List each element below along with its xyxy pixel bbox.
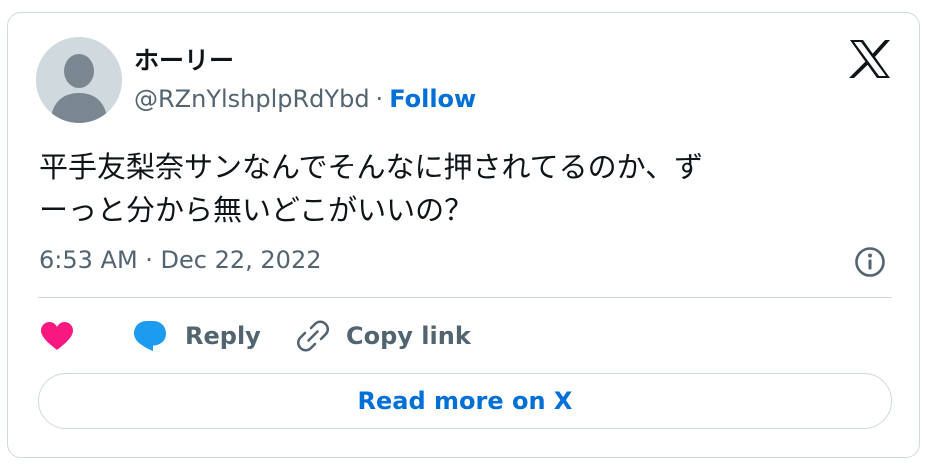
author-handle-row: @RZnYlshplpRdYbd · Follow xyxy=(134,85,476,113)
x-logo-icon[interactable] xyxy=(848,39,892,79)
heart-icon xyxy=(41,322,73,350)
copy-link-button[interactable]: Copy link xyxy=(296,313,471,359)
read-more-button[interactable]: Read more on X xyxy=(38,373,892,429)
separator-dot: · xyxy=(375,85,384,113)
tweet-card: ホーリー @RZnYlshplpRdYbd · Follow 平手友梨奈サンなんでそ… xyxy=(7,12,920,458)
divider xyxy=(38,297,892,298)
reply-label: Reply xyxy=(185,322,261,350)
follow-link[interactable]: Follow xyxy=(389,85,476,113)
author-display-name[interactable]: ホーリー xyxy=(134,41,234,77)
link-icon xyxy=(296,320,330,352)
copy-link-label: Copy link xyxy=(346,322,471,350)
action-bar: Reply Copy link xyxy=(38,313,892,359)
default-avatar-icon xyxy=(36,37,122,123)
info-icon[interactable] xyxy=(853,245,887,279)
tweet-timestamp[interactable]: 6:53 AM · Dec 22, 2022 xyxy=(39,246,321,274)
tweet-text-line: ーっと分から無いどこがいいの？ xyxy=(39,193,474,227)
tweet-text: 平手友梨奈サンなんでそんなに押されてるのか、ず ーっと分から無いどこがいいの？ xyxy=(39,146,879,232)
avatar[interactable] xyxy=(36,37,122,123)
author-handle[interactable]: @RZnYlshplpRdYbd xyxy=(134,85,370,113)
reply-button[interactable]: Reply xyxy=(133,313,261,359)
like-button[interactable] xyxy=(40,313,74,359)
speech-bubble-icon xyxy=(134,321,166,351)
tweet-text-line: 平手友梨奈サンなんでそんなに押されてるのか、ず xyxy=(39,150,704,184)
